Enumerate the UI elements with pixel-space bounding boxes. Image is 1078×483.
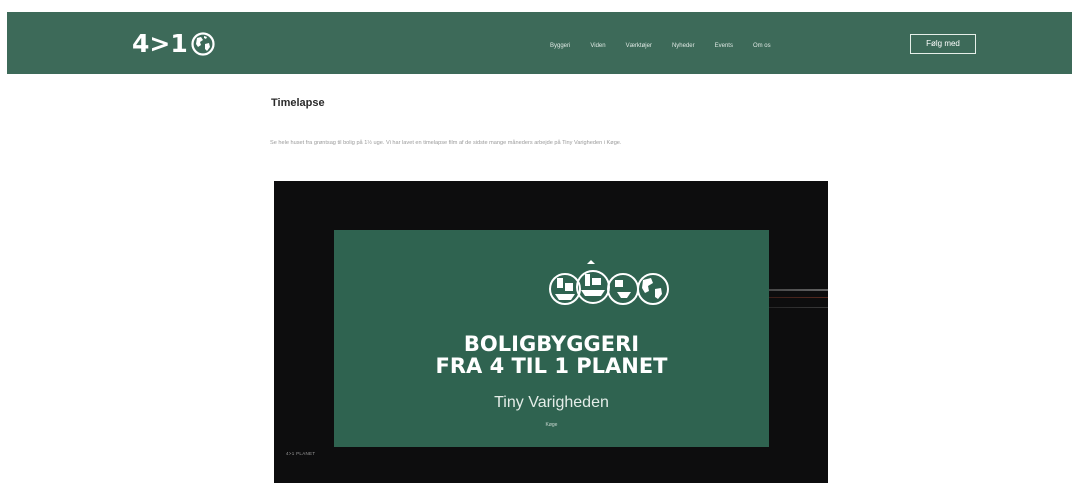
video-watermark: 4>1 PLANET [286,451,316,456]
video-headline-line-1: BOLIGBYGGERI [463,332,640,356]
nav-item-nyheder[interactable]: Nyheder [672,36,695,56]
nav-item-vaerktoejer[interactable]: Værktøjer [626,36,652,56]
page-title: Timelapse [271,97,325,109]
video-headline: BOLIGBYGGERI FRA 4 TIL 1 PLANET [334,333,769,377]
nav-item-events[interactable]: Events [715,36,733,56]
nav-item-byggeri[interactable]: Byggeri [550,36,570,56]
top-navigation-bar: 4>1 Byggeri Viden Værktøjer Nyheder Even… [7,12,1072,74]
video-headline-line-2: FRA 4 TIL 1 PLANET [435,354,668,378]
main-nav: Byggeri Viden Værktøjer Nyheder Events O… [550,36,771,56]
follow-button[interactable]: Følg med [910,34,976,54]
intro-text: Se hele huset fra grøntsag til bolig på … [270,140,622,146]
nav-item-om-os[interactable]: Om os [753,36,771,56]
nav-item-viden[interactable]: Viden [590,36,605,56]
logo-text: 4>1 [132,29,188,58]
planet-icons [549,260,669,305]
video-location: Køge [545,422,558,428]
video-subtitle: Tiny Varigheden [494,394,609,411]
video-player[interactable]: BOLIGBYGGERI FRA 4 TIL 1 PLANET Tiny Var… [274,181,828,483]
globe-icon [191,32,215,56]
video-title-card: BOLIGBYGGERI FRA 4 TIL 1 PLANET Tiny Var… [334,230,769,447]
site-logo[interactable]: 4>1 [132,30,215,58]
